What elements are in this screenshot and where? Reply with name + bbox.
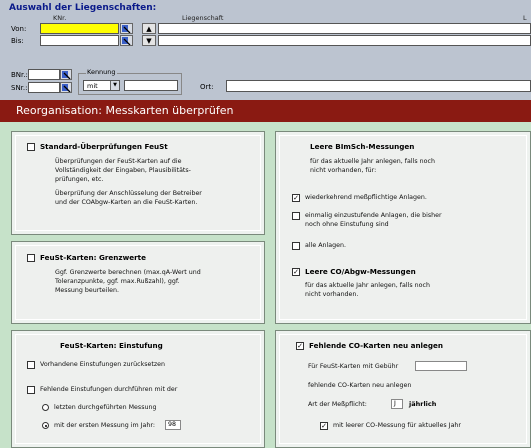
messpflicht-value: jährlich [409, 400, 437, 408]
panel-grenzwerte: FeuSt-Karten: Grenzwerte Ggf. Grenzwerte… [11, 241, 265, 324]
arrow-down-icon: ▼ [146, 36, 152, 45]
bnr-input[interactable] [28, 69, 60, 80]
blmsch-intro: für das aktuelle Jahr anlegen, falls noc… [310, 158, 435, 174]
snr-label: SNr.: [11, 84, 28, 92]
bis-lookup-button[interactable] [120, 35, 133, 46]
column-header-knr: KNr. [53, 14, 67, 22]
reset-einstufung-label: Vorhandene Einstufungen zurücksetzen [40, 361, 166, 368]
leere-co-messung-checkbox[interactable]: ✓ [320, 422, 328, 430]
bnr-lookup-button[interactable] [60, 69, 72, 80]
scroll-up-button[interactable]: ▲ [142, 23, 156, 34]
co-karten-gebuehr-label: Für FeuSt-Karten mit Gebühr [308, 363, 399, 370]
messpflicht-label: Art der Meßpflicht: [308, 401, 367, 408]
kennung-select[interactable]: mit ▼ [83, 80, 120, 91]
selection-title: Auswahl der Liegenschaften: [9, 3, 157, 13]
scroll-down-button[interactable]: ▼ [142, 35, 156, 46]
standard-checks-text-1: Überprüfungen der FeuSt-Karten auf die V… [55, 158, 191, 183]
lookup-icon [122, 36, 131, 45]
selection-area: Auswahl der Liegenschaften: KNr. Liegens… [0, 0, 531, 100]
standard-checks-heading: Standard-Überprüfungen FeuSt [40, 142, 168, 151]
alle-anlagen-label: alle Anlagen. [305, 242, 347, 249]
grenzwerte-text: Ggf. Grenzwerte berechnen (max.qA-Wert u… [55, 269, 201, 294]
co-karten-neu-label: fehlende CO-Karten neu anlegen [308, 382, 412, 389]
von-label: Von: [11, 25, 27, 33]
kennung-input[interactable] [124, 80, 178, 91]
radio-letzte-messung[interactable] [42, 404, 49, 411]
bnr-label: BNr.: [11, 71, 28, 79]
einmalig-label: einmalig einzustufende Anlagen, die bish… [305, 212, 442, 228]
von-lookup-button[interactable] [120, 23, 133, 34]
einstufung-heading: FeuSt-Karten: Einstufung [60, 341, 163, 350]
lookup-icon [61, 83, 70, 92]
standard-checks-checkbox[interactable] [27, 143, 35, 151]
bis-knr-input[interactable] [40, 35, 119, 46]
von-knr-input[interactable] [40, 23, 119, 34]
standard-checks-text-2: Überprüfung der Anschlüsselung der Betre… [55, 190, 202, 206]
main-area: Standard-Überprüfungen FeuSt Überprüfung… [0, 122, 531, 448]
snr-lookup-button[interactable] [60, 82, 72, 93]
grenzwerte-checkbox[interactable] [27, 254, 35, 262]
gebuehr-input[interactable] [415, 361, 467, 371]
co-karten-checkbox[interactable]: ✓ [296, 342, 304, 350]
alle-anlagen-checkbox[interactable] [292, 242, 300, 250]
wiederkehrend-checkbox[interactable]: ✓ [292, 194, 300, 202]
column-header-liegenschaft: Liegenschaft [182, 14, 224, 22]
page-title-bar: Reorganisation: Messkarten überprüfen [0, 100, 531, 122]
radio-erste-messung[interactable] [42, 422, 49, 429]
messpflicht-input[interactable]: J [391, 399, 403, 409]
lookup-icon [122, 24, 131, 33]
bis-label: Bis: [11, 37, 24, 45]
panel-standard-checks: Standard-Überprüfungen FeuSt Überprüfung… [11, 131, 265, 235]
radio-erste-messung-label: mit der ersten Messung im Jahr: [54, 422, 155, 429]
panel-co-karten: ✓ Fehlende CO-Karten neu anlegen Für Feu… [275, 330, 531, 448]
leere-co-messung-label: mit leerer CO-Messung für aktuelles Jahr [333, 422, 462, 429]
wiederkehrend-label: wiederkehrend meßpflichtige Anlagen. [305, 194, 427, 201]
column-header-right: L [523, 14, 527, 22]
ort-input[interactable] [226, 80, 531, 92]
co-abgw-text: für das aktuelle Jahr anlegen, falls noc… [305, 282, 430, 298]
kennung-select-value: mit [87, 82, 98, 90]
einmalig-checkbox[interactable] [292, 212, 300, 220]
page-title: Reorganisation: Messkarten überprüfen [16, 104, 234, 117]
co-abgw-heading: Leere CO/Abgw-Messungen [305, 267, 416, 276]
panel-einstufung: FeuSt-Karten: Einstufung Vorhandene Eins… [11, 330, 265, 448]
kennung-label: Kennung [86, 68, 117, 76]
grenzwerte-heading: FeuSt-Karten: Grenzwerte [40, 253, 146, 262]
co-karten-heading: Fehlende CO-Karten neu anlegen [309, 341, 444, 350]
ort-label: Ort: [200, 83, 214, 91]
panel-blmsch: Leere BImSch-Messungen für das aktuelle … [275, 131, 531, 324]
chevron-down-icon: ▼ [110, 81, 119, 90]
snr-input[interactable] [28, 82, 60, 93]
lookup-icon [61, 70, 70, 79]
arrow-up-icon: ▲ [146, 24, 152, 33]
fehlende-einstufung-checkbox[interactable] [27, 386, 35, 394]
blmsch-heading: Leere BImSch-Messungen [310, 142, 415, 151]
von-liegenschaft-field[interactable] [158, 23, 531, 34]
radio-letzte-messung-label: letzten durchgeführten Messung [54, 404, 157, 411]
year-input[interactable]: 98 [165, 420, 181, 430]
reset-einstufung-checkbox[interactable] [27, 361, 35, 369]
fehlende-einstufung-label: Fehlende Einstufungen durchführen mit de… [40, 386, 178, 393]
co-abgw-checkbox[interactable]: ✓ [292, 268, 300, 276]
bis-liegenschaft-field[interactable] [158, 35, 531, 46]
